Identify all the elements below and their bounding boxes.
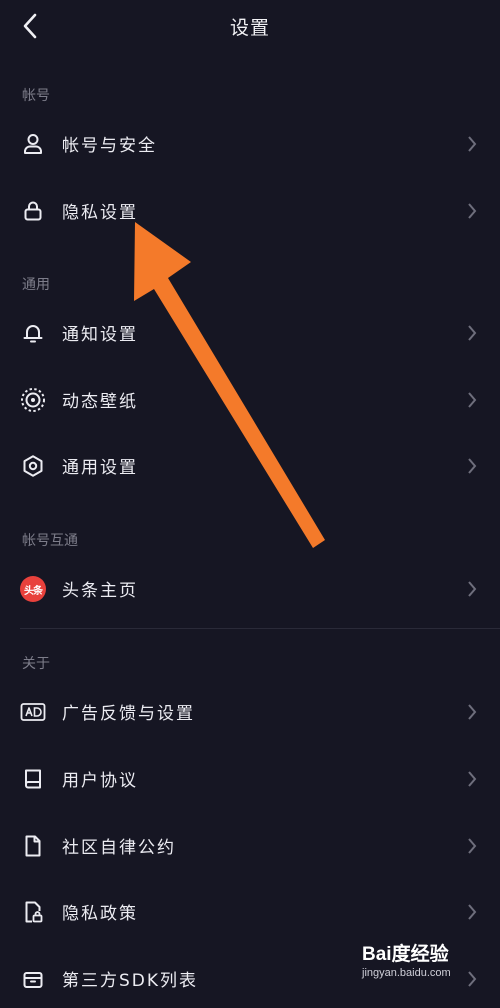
section-title-interop: 帐号互通 bbox=[22, 533, 78, 549]
chevron-right-icon bbox=[468, 771, 477, 787]
notification-settings-label: 通知设置 bbox=[62, 325, 138, 345]
account-security-label: 帐号与安全 bbox=[62, 136, 157, 156]
toutiao-home-row[interactable]: 头条 头条主页 bbox=[0, 558, 500, 618]
bell-icon bbox=[20, 320, 46, 346]
section-divider bbox=[20, 628, 500, 629]
general-settings-label: 通用设置 bbox=[62, 458, 138, 478]
section-title-about: 关于 bbox=[22, 656, 50, 672]
book-icon bbox=[20, 766, 46, 792]
gear-icon bbox=[20, 453, 46, 479]
chevron-right-icon bbox=[468, 904, 477, 920]
live-wallpaper-row[interactable]: 动态壁纸 bbox=[0, 369, 500, 429]
document-icon bbox=[20, 833, 46, 859]
account-security-row[interactable]: 帐号与安全 bbox=[0, 113, 500, 173]
live-wallpaper-label: 动态壁纸 bbox=[62, 392, 138, 412]
page-title: 设置 bbox=[229, 17, 270, 39]
toutiao-logo: 头条 bbox=[20, 576, 46, 602]
privacy-settings-row[interactable]: 隐私设置 bbox=[0, 180, 500, 240]
privacy-settings-label: 隐私设置 bbox=[62, 203, 138, 223]
privacy-policy-row[interactable]: 隐私政策 bbox=[0, 881, 500, 941]
ad-feedback-label: 广告反馈与设置 bbox=[62, 704, 195, 724]
toutiao-badge: 头条 bbox=[20, 576, 46, 602]
person-icon bbox=[20, 131, 46, 157]
box-icon bbox=[20, 966, 46, 992]
toutiao-home-label: 头条主页 bbox=[62, 581, 138, 601]
section-title-general: 通用 bbox=[22, 277, 50, 293]
chevron-right-icon bbox=[468, 704, 477, 720]
chevron-right-icon bbox=[468, 458, 477, 474]
ad-icon bbox=[20, 699, 46, 725]
document-lock-icon bbox=[20, 899, 46, 925]
community-rules-row[interactable]: 社区自律公约 bbox=[0, 815, 500, 875]
lock-icon bbox=[20, 198, 46, 224]
chevron-right-icon bbox=[468, 136, 477, 152]
user-agreement-row[interactable]: 用户协议 bbox=[0, 748, 500, 808]
general-settings-row[interactable]: 通用设置 bbox=[0, 435, 500, 495]
chevron-right-icon bbox=[468, 203, 477, 219]
user-agreement-label: 用户协议 bbox=[62, 771, 138, 791]
watermark-brand: Bai度经验 bbox=[362, 944, 449, 965]
chevron-right-icon bbox=[468, 581, 477, 597]
third-party-sdk-label: 第三方SDK列表 bbox=[62, 971, 199, 991]
section-title-account: 帐号 bbox=[22, 88, 50, 104]
baidu-jingyan-watermark: Bai度经验 jingyan.baidu.com bbox=[362, 937, 482, 985]
watermark-url: jingyan.baidu.com bbox=[362, 967, 451, 979]
community-rules-label: 社区自律公约 bbox=[62, 838, 176, 858]
ad-feedback-row[interactable]: 广告反馈与设置 bbox=[0, 681, 500, 741]
privacy-policy-label: 隐私政策 bbox=[62, 904, 138, 924]
notification-settings-row[interactable]: 通知设置 bbox=[0, 302, 500, 362]
chevron-right-icon bbox=[468, 392, 477, 408]
top-bar: 设置 bbox=[0, 0, 500, 52]
chevron-right-icon bbox=[468, 838, 477, 854]
wallpaper-icon bbox=[20, 387, 46, 413]
chevron-right-icon bbox=[468, 325, 477, 341]
